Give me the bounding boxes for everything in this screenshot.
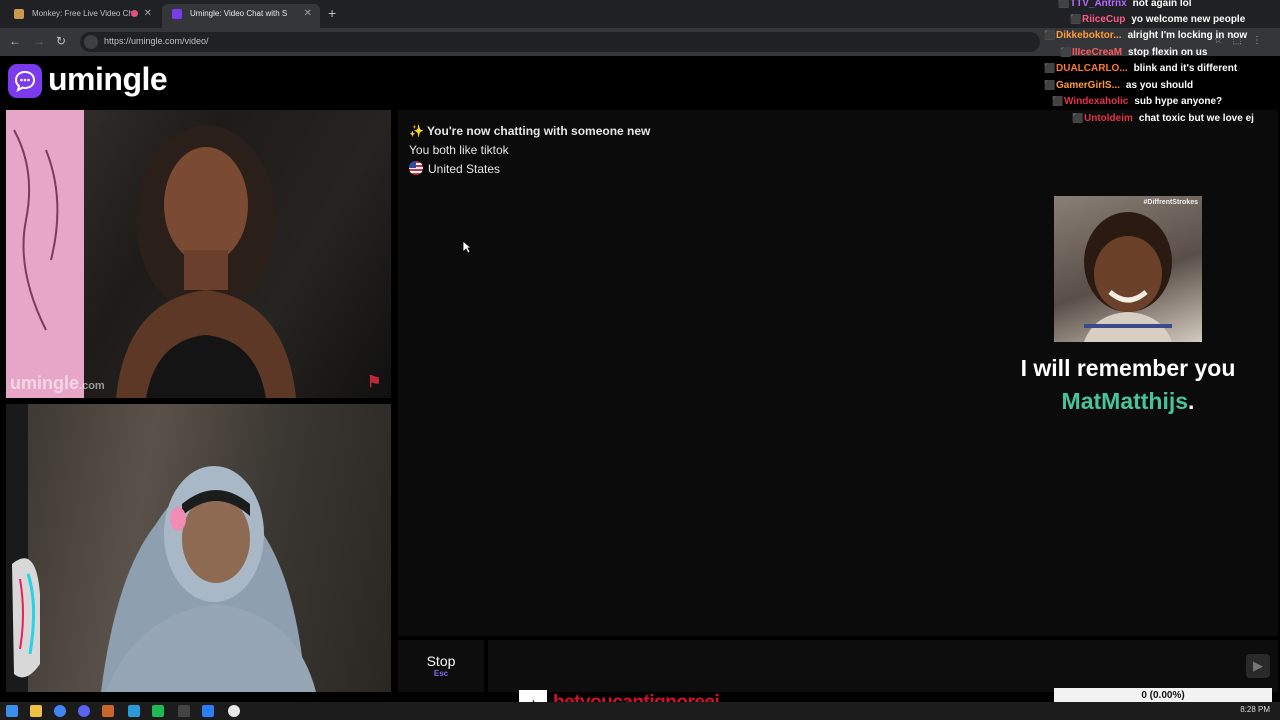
kick-badge-icon: ⬛	[1072, 113, 1084, 123]
umingle-watermark: umingle.com	[10, 373, 105, 394]
kick-badge-icon: ⬛	[1044, 80, 1056, 90]
common-interest-message: You both like tiktok	[409, 143, 509, 157]
site-info-icon[interactable]	[84, 35, 98, 49]
kick-badge-icon: ⬛	[1044, 30, 1056, 40]
country-name: United States	[428, 162, 501, 176]
chat-text: chat toxic but we love ej	[1138, 113, 1254, 124]
watermark-suffix: .com	[79, 380, 105, 392]
app-icon[interactable]	[202, 705, 214, 717]
self-video-feed	[6, 404, 316, 692]
chat-text: as you should	[1125, 80, 1194, 91]
self-video	[6, 404, 391, 692]
chat-username: Untoldeim	[1084, 113, 1133, 124]
stream-chat-message: ⬛Windexaholic sub hype anyone?	[1052, 96, 1222, 107]
tab-title: Umingle: Video Chat with S	[190, 9, 288, 18]
address-bar[interactable]: https://umingle.com/video/	[80, 32, 1040, 52]
meme-hashtag: #DiffrentStrokes	[1143, 199, 1198, 206]
start-menu-icon[interactable]	[6, 705, 18, 717]
chrome-icon[interactable]	[54, 705, 66, 717]
us-flag-icon	[409, 161, 423, 175]
stream-chat-message: ⬛Dikkeboktor... alright I'm locking in no…	[1044, 30, 1247, 41]
app-icon[interactable]	[102, 705, 114, 717]
country-message: United States	[409, 161, 500, 176]
reload-icon[interactable]: ↻	[56, 34, 66, 48]
stranger-video-feed	[6, 110, 296, 398]
system-clock[interactable]: 8:28 PM	[1240, 705, 1270, 714]
url-text: https://umingle.com/video/	[104, 36, 209, 46]
watermark-main: umingle	[10, 373, 80, 393]
kick-badge-icon: ⬛	[1044, 63, 1056, 73]
chat-username: GamerGirlS...	[1056, 80, 1120, 91]
chat-username: RiiceCup	[1082, 14, 1126, 25]
app-icon[interactable]	[178, 705, 190, 717]
chat-controls: Stop Esc ▶	[398, 640, 1278, 692]
chat-text: stop flexin on us	[1128, 47, 1208, 58]
chat-username: TTV_Antrnx	[1070, 0, 1127, 9]
app-icon[interactable]	[128, 705, 140, 717]
logo-text: umingle	[48, 61, 168, 97]
stranger-video: umingle.com ⚑	[6, 110, 391, 398]
alert-period: .	[1188, 388, 1195, 414]
stop-button[interactable]: Stop Esc	[398, 640, 484, 692]
message-input[interactable]	[488, 640, 1278, 692]
send-button[interactable]: ▶	[1246, 654, 1270, 678]
kick-badge-icon: ⬛	[1058, 0, 1070, 8]
stream-chat-message: ⬛GamerGirlS... as you should	[1044, 80, 1193, 91]
discord-icon[interactable]	[78, 705, 90, 717]
report-flag-icon[interactable]: ⚑	[367, 375, 385, 391]
alert-line: I will remember you	[1020, 355, 1236, 381]
kick-badge-icon: ⬛	[1052, 96, 1064, 106]
chat-text: yo welcome new people	[1131, 14, 1246, 25]
chat-bubble-icon	[8, 64, 42, 98]
windows-taskbar: 8:28 PM	[0, 702, 1280, 720]
tab-monkey[interactable]: Monkey: Free Live Video Ch ✕	[4, 4, 160, 28]
chat-username: Dikkeboktor...	[1056, 30, 1122, 41]
tab-umingle[interactable]: Umingle: Video Chat with S ✕	[162, 4, 320, 28]
chat-text: not again lol	[1132, 0, 1192, 9]
mouse-cursor-icon	[462, 240, 472, 254]
app-icon[interactable]	[152, 705, 164, 717]
new-tab-button[interactable]: +	[328, 5, 336, 21]
app-icon[interactable]	[228, 705, 240, 717]
stream-chat-message: ⬛IIIceCreaM stop flexin on us	[1060, 47, 1207, 58]
stream-chat-message: ⬛TTV_Antrnx not again lol	[1058, 0, 1192, 9]
chat-username: IIIceCreaM	[1072, 47, 1123, 58]
chat-intro-message: ✨ You're now chatting with someone new	[409, 124, 651, 138]
recording-indicator-icon	[131, 10, 138, 17]
meme-overlay-image: #DiffrentStrokes	[1054, 196, 1202, 342]
stream-alert-text: I will remember you MatMatthijs.	[990, 352, 1266, 418]
send-icon: ▶	[1253, 658, 1263, 673]
chat-username: DUALCARLO...	[1056, 63, 1128, 74]
forward-arrow-icon[interactable]: →	[33, 34, 45, 48]
tab-close-icon[interactable]: ✕	[144, 4, 152, 24]
kick-badge-icon: ⬛	[1060, 47, 1072, 57]
tab-close-icon[interactable]: ✕	[304, 4, 312, 24]
umingle-favicon-icon	[172, 9, 182, 19]
kick-badge-icon: ⬛	[1070, 14, 1082, 24]
tab-title: Monkey: Free Live Video Ch	[32, 9, 133, 18]
back-arrow-icon[interactable]: ←	[9, 34, 21, 48]
stop-button-label: Stop	[426, 653, 456, 669]
meme-picture	[1084, 212, 1172, 342]
stop-shortcut-hint: Esc	[433, 669, 449, 678]
chat-text: blink and it's different	[1133, 63, 1238, 74]
stream-chat-message: ⬛RiiceCup yo welcome new people	[1070, 14, 1245, 25]
stream-chat-message: ⬛Untoldeim chat toxic but we love ej	[1072, 113, 1254, 124]
chat-username: Windexaholic	[1064, 96, 1129, 107]
alert-username: MatMatthijs	[1061, 388, 1189, 414]
stream-chat-overlay: ⬛TTV_Antrnx not again lol ⬛RiiceCup yo wel…	[1040, 0, 1280, 130]
stream-chat-message: ⬛DUALCARLO... blink and it's different	[1044, 63, 1237, 74]
chat-text: alright I'm locking in now	[1127, 30, 1248, 41]
chat-text: sub hype anyone?	[1134, 96, 1223, 107]
monkey-favicon-icon	[14, 9, 24, 19]
file-explorer-icon[interactable]	[30, 705, 42, 717]
